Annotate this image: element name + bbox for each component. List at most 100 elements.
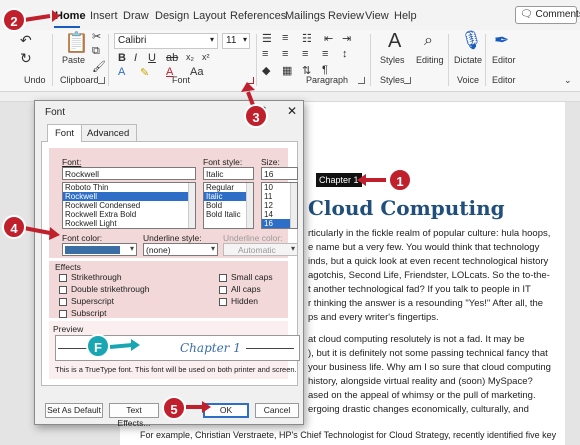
microphone-icon[interactable]: 🎙: [460, 30, 483, 51]
list-item[interactable]: Rockwell Light: [63, 219, 195, 228]
tab-advanced[interactable]: Advanced: [79, 124, 138, 142]
tab-help[interactable]: Help: [394, 10, 417, 22]
body-line[interactable]: inds, but a quick look at even recent te…: [308, 256, 548, 267]
tab-view[interactable]: View: [365, 10, 389, 22]
all-caps-checkbox[interactable]: [219, 286, 227, 294]
cut-icon[interactable]: ✂: [92, 30, 101, 43]
font-size-box[interactable]: 11 ▾: [222, 33, 250, 49]
font-color-dropdown[interactable]: ▾: [62, 243, 137, 256]
styles-launcher-icon[interactable]: [404, 77, 411, 84]
justify-icon[interactable]: ≡: [322, 48, 328, 60]
size-list-scrollbar[interactable]: [290, 183, 297, 228]
italic-icon[interactable]: I: [134, 52, 137, 64]
increase-indent-icon[interactable]: ⇥: [342, 32, 351, 45]
underline-style-dropdown[interactable]: (none) ▾: [143, 243, 218, 256]
body-line[interactable]: ergoing drastic changes economically, cu…: [308, 404, 529, 415]
bullets-icon[interactable]: ☰: [262, 32, 272, 45]
find-icon[interactable]: ⌕: [424, 32, 433, 50]
size-field[interactable]: 16: [261, 167, 298, 180]
editor-label[interactable]: Editor: [492, 55, 516, 65]
tab-insert[interactable]: Insert: [90, 10, 118, 22]
text-effects-icon[interactable]: A: [118, 66, 125, 78]
tab-layout[interactable]: Layout: [193, 10, 226, 22]
editing-label[interactable]: Editing: [416, 55, 444, 65]
paragraph-launcher-icon[interactable]: [358, 77, 365, 84]
align-left-icon[interactable]: ≡: [262, 48, 268, 60]
body-line[interactable]: For example, Christian Verstraete, HP's …: [140, 430, 556, 440]
tab-draw[interactable]: Draw: [123, 10, 149, 22]
body-line[interactable]: your business life. Why am I so sure tha…: [308, 362, 551, 373]
font-name-field[interactable]: Rockwell: [62, 167, 196, 180]
styles-icon[interactable]: A: [388, 30, 401, 53]
line-spacing-icon[interactable]: ↕: [342, 48, 348, 60]
body-line[interactable]: history, alongside virtual reality and (…: [308, 376, 533, 387]
font-name-box[interactable]: Calibri ▾: [114, 33, 218, 49]
change-case-icon[interactable]: Aa: [190, 66, 203, 78]
bold-icon[interactable]: B: [118, 52, 126, 64]
body-line[interactable]: ps and every writer's fingertips.: [308, 312, 439, 323]
subscript-icon[interactable]: x₂: [186, 52, 194, 62]
clipboard-launcher-icon[interactable]: [98, 77, 105, 84]
font-style-listbox[interactable]: Regular Italic Bold Bold Italic: [203, 182, 254, 229]
double-strikethrough-checkbox[interactable]: [59, 286, 67, 294]
paste-icon[interactable]: 📋: [64, 30, 89, 55]
superscript-checkbox[interactable]: [59, 298, 67, 306]
underline-icon[interactable]: U: [148, 52, 156, 64]
tab-design[interactable]: Design: [155, 10, 189, 22]
tab-review[interactable]: Review: [328, 10, 364, 22]
align-center-icon[interactable]: ≡: [282, 48, 288, 60]
dictate-label[interactable]: Dictate: [454, 55, 482, 65]
superscript-icon[interactable]: x²: [202, 52, 210, 62]
body-line[interactable]: t another technological fad? If you talk…: [308, 284, 531, 295]
paste-label[interactable]: Paste: [62, 55, 85, 65]
list-item[interactable]: Rockwell Condensed: [63, 201, 195, 210]
comments-button[interactable]: 🗨 Comments: [515, 6, 580, 24]
body-line[interactable]: r thinking the answer is a resounding "Y…: [308, 298, 543, 309]
tab-references[interactable]: References: [230, 10, 286, 22]
shading-icon[interactable]: ◆: [262, 64, 270, 77]
list-item[interactable]: Rockwell Extra Bold: [63, 210, 195, 219]
decrease-indent-icon[interactable]: ⇤: [324, 32, 333, 45]
body-line[interactable]: e name but a very few. You would think t…: [308, 242, 539, 253]
align-right-icon[interactable]: ≡: [302, 48, 308, 60]
small-caps-checkbox[interactable]: [219, 274, 227, 282]
tab-mailings[interactable]: Mailings: [285, 10, 325, 22]
subscript-checkbox[interactable]: [59, 310, 67, 318]
borders-icon[interactable]: ▦: [282, 64, 292, 77]
ok-button[interactable]: OK: [203, 403, 249, 418]
body-line[interactable]: at cloud computing resolutely is not a f…: [308, 334, 525, 345]
redo-icon[interactable]: ↻: [20, 50, 32, 67]
style-list-scrollbar[interactable]: [246, 183, 253, 228]
chapter-label[interactable]: Chapter 1: [316, 173, 362, 187]
list-item[interactable]: Rockwell: [63, 192, 195, 201]
collapse-ribbon-icon[interactable]: ⌄: [564, 75, 572, 86]
multilevel-list-icon[interactable]: ☷: [302, 32, 312, 45]
highlight-icon[interactable]: ✎: [140, 66, 149, 79]
styles-label[interactable]: Styles: [380, 55, 405, 65]
format-painter-icon[interactable]: 🖌: [92, 60, 106, 73]
body-line[interactable]: ased on the appeal of whimsy or the pull…: [308, 390, 536, 401]
font-list-scrollbar[interactable]: [188, 183, 195, 228]
document-heading[interactable]: Cloud Computing: [308, 196, 505, 220]
font-launcher-icon[interactable]: [247, 77, 254, 84]
copy-icon[interactable]: ⧉: [92, 45, 100, 58]
body-line[interactable]: rticularly in the fickle realm of popula…: [308, 228, 550, 239]
tab-home[interactable]: Home: [55, 10, 86, 22]
size-listbox[interactable]: 10 11 12 14 16: [261, 182, 298, 229]
cancel-button[interactable]: Cancel: [255, 403, 299, 418]
strikethrough-icon[interactable]: ab: [166, 52, 178, 64]
numbering-icon[interactable]: ≡: [282, 32, 288, 44]
close-icon[interactable]: ✕: [287, 104, 297, 118]
strikethrough-checkbox[interactable]: [59, 274, 67, 282]
font-style-field[interactable]: Italic: [203, 167, 254, 180]
text-effects-button[interactable]: Text Effects...: [109, 403, 159, 428]
body-line[interactable]: ), but it is definitely not some passing…: [308, 348, 548, 359]
body-line[interactable]: agotchis, Second Life, Friendster, LOLca…: [308, 270, 550, 281]
undo-icon[interactable]: ↶: [20, 32, 32, 49]
set-as-default-button[interactable]: Set As Default: [45, 403, 103, 418]
editor-icon[interactable]: ✒: [494, 30, 509, 51]
font-listbox[interactable]: Roboto Thin Rockwell Rockwell Condensed …: [62, 182, 196, 229]
hidden-checkbox[interactable]: [219, 298, 227, 306]
list-item[interactable]: Roboto Thin: [63, 183, 195, 192]
tab-font[interactable]: Font: [47, 124, 83, 142]
